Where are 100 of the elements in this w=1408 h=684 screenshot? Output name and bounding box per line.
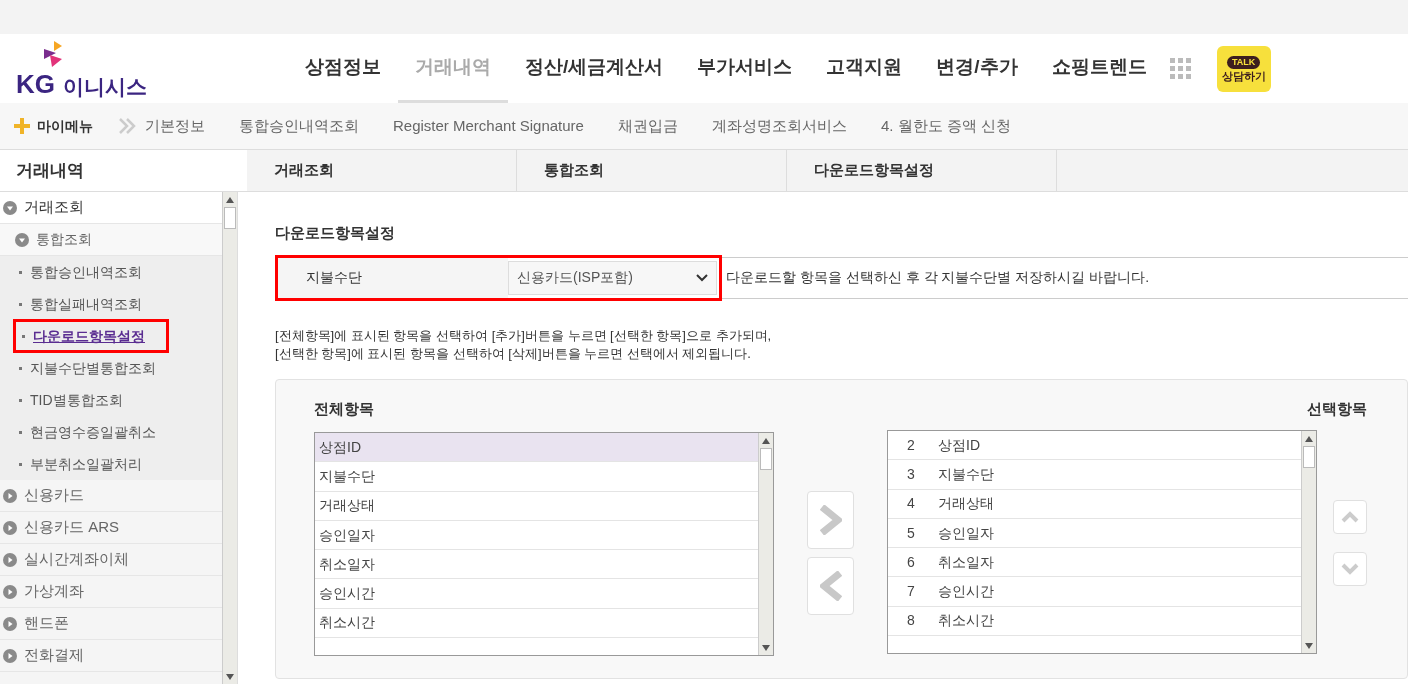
double-chevron-icon: [119, 118, 137, 134]
logo[interactable]: KG 이니시스: [16, 40, 256, 97]
menu-category[interactable]: 신용카드 ARS: [24, 516, 119, 539]
nav-tab[interactable]: 부가서비스: [680, 34, 810, 103]
filter-hint: 다운로드할 항목을 선택하신 후 각 지불수단별 저장하시길 바랍니다.: [725, 268, 1150, 287]
list-row[interactable]: 3 지불수단: [888, 460, 1301, 490]
up-arrow-icon: [226, 196, 234, 203]
list-title: 선택항목: [1307, 398, 1367, 419]
row-number: 7: [906, 582, 916, 602]
item-label: 지불수단: [937, 464, 994, 484]
scrollbar-thumb[interactable]: [224, 207, 236, 229]
plus-icon: [14, 118, 30, 134]
menu-category[interactable]: 실시간계좌이체: [24, 548, 129, 571]
breadcrumb-link[interactable]: 통합조회: [517, 159, 604, 182]
menu-category[interactable]: 가상계좌: [24, 580, 84, 603]
scrollbar-thumb[interactable]: [760, 448, 772, 470]
chevron-up-icon: [1341, 511, 1359, 523]
item-label: 취소시간: [937, 611, 994, 631]
scrollbar-thumb[interactable]: [1303, 446, 1315, 468]
logo-name: 이니시스: [63, 75, 147, 97]
row-number: 3: [906, 464, 916, 484]
quick-link[interactable]: 통합승인내역조회: [239, 114, 359, 138]
nav-tab[interactable]: 정산/세금계산서: [508, 34, 681, 103]
quick-link[interactable]: 4. 월한도 증액 신청: [880, 114, 1011, 138]
list-row[interactable]: 7 승인시간: [888, 577, 1301, 607]
item-label: 승인시간: [937, 582, 994, 602]
quick-link[interactable]: Register Merchant Signature: [393, 114, 584, 138]
menu-link[interactable]: 통합승인내역조회: [30, 261, 142, 283]
menu-link[interactable]: 다운로드항목설정: [33, 325, 145, 347]
breadcrumb-link[interactable]: 거래조회: [247, 159, 334, 182]
add-button[interactable]: [807, 490, 854, 549]
move-up-button[interactable]: [1333, 500, 1367, 534]
list-row[interactable]: 2 상점ID: [888, 431, 1301, 461]
item-label: 상점ID: [937, 435, 980, 455]
payment-method-dropdown[interactable]: 신용카드(ISP포함): [508, 260, 717, 295]
menu-link[interactable]: 통합실패내역조회: [30, 293, 142, 315]
nav-tab[interactable]: 변경/추가: [919, 34, 1035, 103]
menu-category[interactable]: 핸드폰: [24, 612, 69, 635]
chat-button[interactable]: TALK 상담하기: [1216, 45, 1271, 92]
chevron-right-icon: [819, 504, 842, 535]
list-row[interactable]: 4 거래상태: [888, 489, 1301, 519]
row-number: 5: [906, 523, 916, 543]
down-arrow-icon: [762, 644, 770, 651]
chat-label: 상담하기: [1221, 70, 1266, 82]
row-number: 8: [906, 611, 916, 631]
bullet-icon: [19, 366, 22, 370]
quick-link[interactable]: 계좌성명조회서비스: [711, 114, 847, 138]
quick-link[interactable]: 채권입금: [617, 114, 678, 138]
breadcrumb-link[interactable]: 다운로드항목설정: [787, 159, 934, 182]
list-row[interactable]: 8 취소시간: [888, 606, 1301, 637]
nav-tab[interactable]: 쇼핑트렌드: [1034, 34, 1164, 103]
chevron-down-icon: [1341, 563, 1359, 575]
menu-link[interactable]: 현금영수증일괄취소: [30, 421, 156, 443]
row-number: 4: [906, 494, 916, 514]
instruction-text: [선택한 항목]에 표시된 항목을 선택하여 [삭제]버튼을 누르면 선택에서 제외됩니다.: [275, 344, 752, 363]
logo-mark: KG: [16, 70, 55, 97]
section-title: 거래내역: [0, 150, 247, 191]
menu-category[interactable]: 신용카드: [24, 484, 84, 507]
bullet-icon: [19, 462, 22, 466]
move-down-button[interactable]: [1333, 552, 1367, 586]
quick-link[interactable]: 기본정보: [145, 114, 205, 138]
list-row[interactable]: 5 승인일자: [888, 518, 1301, 549]
up-arrow-icon: [1305, 435, 1313, 442]
page-title: 다운로드항목설정: [275, 223, 396, 243]
scrollbar[interactable]: [758, 433, 773, 655]
item-label: 취소일자: [937, 552, 994, 572]
talk-bubble: TALK: [1226, 55, 1261, 69]
menu-link[interactable]: 부분취소일괄처리: [30, 453, 142, 475]
row-number: 2: [906, 435, 916, 455]
menu-link[interactable]: TID별통합조회: [30, 389, 123, 411]
bullet-icon: [19, 302, 22, 306]
menu-link[interactable]: 지불수단별통합조회: [30, 357, 156, 379]
filter-label: 지불수단: [278, 257, 508, 298]
down-arrow-icon: [1305, 642, 1313, 649]
up-arrow-icon: [762, 437, 770, 444]
logo-mark-icon: [42, 40, 62, 69]
list-row[interactable]: 6 취소일자: [888, 548, 1301, 578]
list-option[interactable]: 상점ID: [315, 433, 758, 463]
chevron-left-icon: [819, 570, 842, 601]
bullet-icon: [19, 398, 22, 402]
my-menu-link[interactable]: 마이메뉴: [37, 115, 93, 137]
grid-menu-icon[interactable]: [1169, 57, 1192, 80]
instruction-text: [전체항목]에 표시된 항목을 선택하여 [추가]버튼을 누르면 [선택한 항목]으로 추가되며,: [275, 326, 773, 345]
nav-tab[interactable]: 고객지원: [809, 34, 920, 103]
bullet-icon: [19, 270, 22, 274]
menu-group[interactable]: 통합조회: [36, 229, 92, 250]
row-number: 6: [906, 552, 916, 572]
menu-category[interactable]: 전화결제: [24, 644, 84, 667]
scrollbar[interactable]: [1301, 431, 1316, 653]
item-label: 거래상태: [937, 494, 994, 514]
down-arrow-icon: [226, 673, 234, 680]
scrollbar[interactable]: [222, 192, 237, 684]
item-label: 승인일자: [937, 523, 994, 543]
bullet-icon: [22, 334, 25, 338]
list-title: 전체항목: [314, 398, 375, 419]
bullet-icon: [19, 430, 22, 434]
menu-category[interactable]: 거래조회: [24, 196, 84, 219]
chevron-down-icon: [696, 273, 708, 282]
remove-button[interactable]: [807, 556, 854, 615]
nav-tab[interactable]: 상점정보: [288, 34, 398, 103]
